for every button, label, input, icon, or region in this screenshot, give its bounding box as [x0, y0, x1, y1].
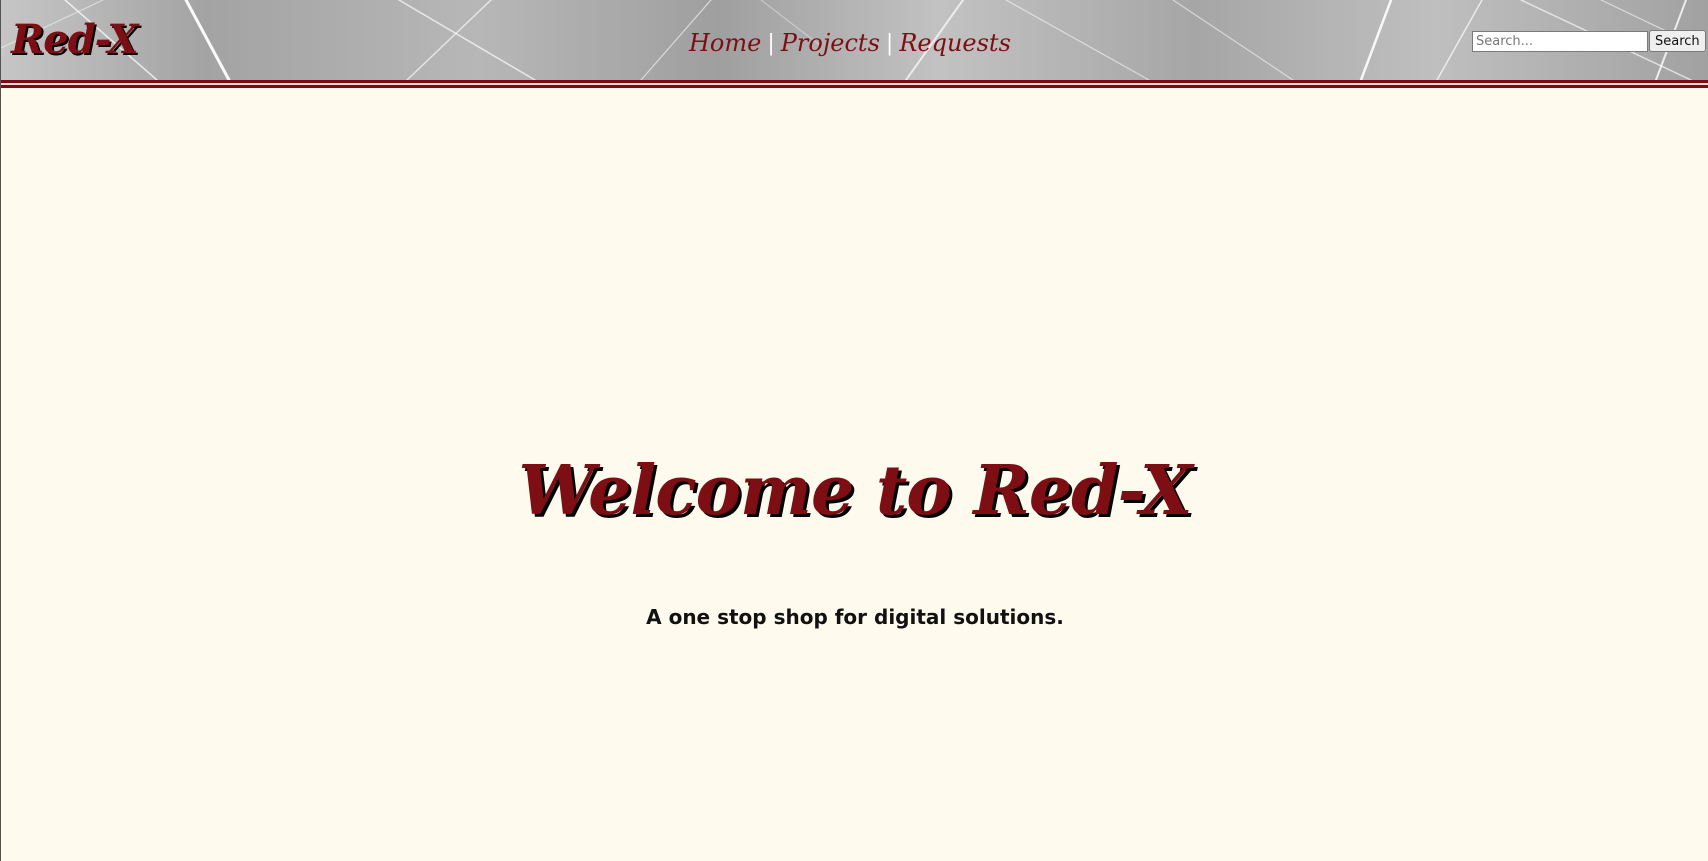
site-logo[interactable]: Red-X	[11, 14, 138, 66]
main-navigation: Home | Projects | Requests	[689, 26, 1011, 60]
page: Red-X Home | Projects | Requests Search …	[0, 0, 1708, 861]
search-form: Search	[1472, 30, 1706, 52]
nav-separator: |	[767, 30, 775, 56]
nav-separator: |	[885, 30, 894, 56]
nav-link-projects[interactable]: Projects	[781, 29, 880, 57]
site-header: Red-X Home | Projects | Requests Search	[1, 0, 1708, 80]
header-bottom-border	[1, 80, 1708, 88]
nav-link-home[interactable]: Home	[689, 29, 761, 57]
search-button[interactable]: Search	[1649, 30, 1706, 52]
search-input[interactable]	[1472, 30, 1648, 52]
hero-subtitle: A one stop shop for digital solutions.	[646, 605, 1064, 629]
hero-title: Welcome to Red-X	[518, 451, 1192, 531]
nav-link-requests[interactable]: Requests	[899, 29, 1011, 57]
